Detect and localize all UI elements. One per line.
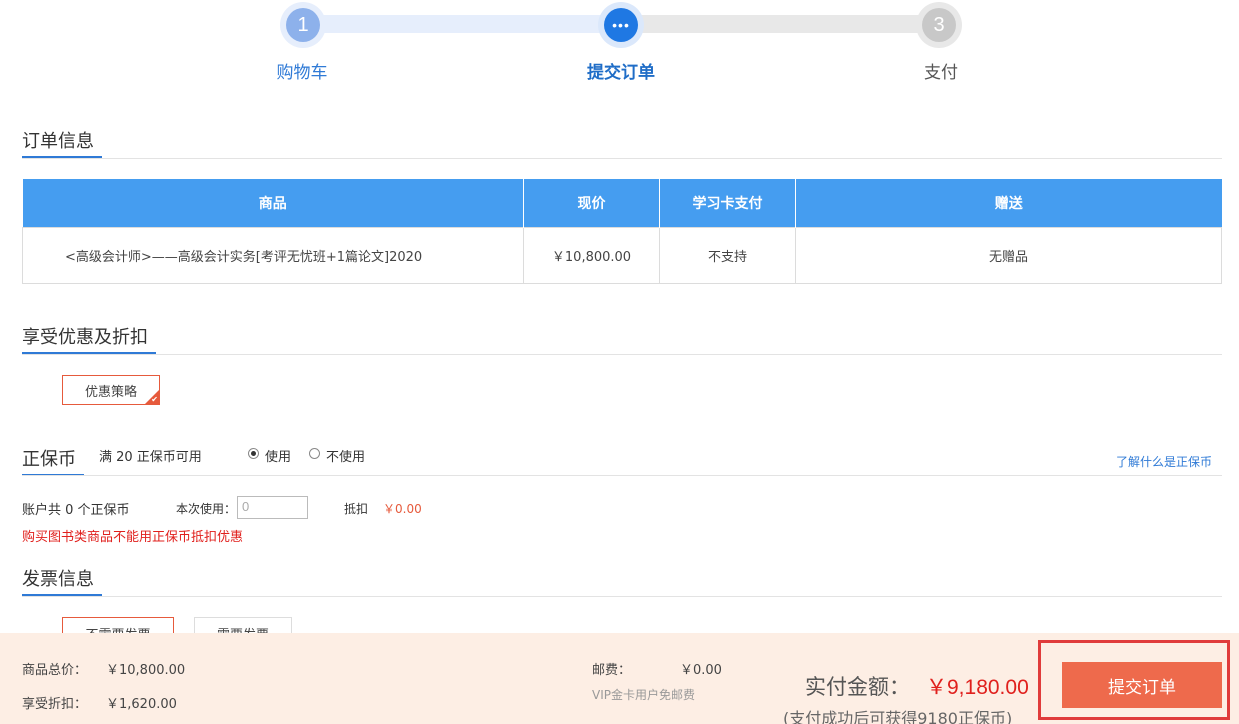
step-submit-circle: ••• [598, 2, 644, 48]
cell-gift: 无赠品 [795, 226, 1222, 284]
submit-order-button[interactable]: 提交订单 [1062, 662, 1222, 708]
learn-coin-link[interactable]: 了解什么是正保币 [1116, 453, 1212, 470]
column-header-gift: 赠送 [795, 179, 1222, 227]
section-title-coin: 正保币 [22, 449, 76, 470]
section-title-order: 订单信息 [22, 131, 94, 152]
total-label: 商品总价： [22, 663, 88, 678]
use-now-label: 本次使用： [176, 502, 237, 516]
step-cart-circle: 1 [280, 2, 326, 48]
cell-price: ￥10,800.00 [523, 226, 660, 284]
discount-policy-button[interactable]: 优惠策略 ✔ [62, 375, 160, 405]
table-header-row: 商品 现价 学习卡支付 赠送 [22, 179, 1222, 227]
pay-reward-note: (支付成功后可获得9180正保币) [783, 709, 1013, 724]
use-coin-radio[interactable] [248, 448, 259, 459]
discount-value: ￥1,620.00 [106, 697, 177, 712]
section-title-invoice: 发票信息 [22, 569, 94, 590]
use-coin-label[interactable]: 使用 [265, 446, 291, 465]
cell-card-pay: 不支持 [659, 226, 796, 284]
column-header-price: 现价 [523, 179, 660, 227]
section-divider [22, 475, 1222, 476]
column-header-product: 商品 [22, 179, 524, 227]
step-label-cart[interactable]: 购物车 [242, 58, 362, 83]
step-pending-line [634, 15, 924, 33]
discount-label: 享受折扣： [22, 697, 88, 712]
shipping-label: 邮费： [592, 663, 632, 678]
pay-amount-value: ￥9,180.00 [926, 676, 1029, 699]
pay-amount-label: 实付金额： [805, 675, 910, 699]
coin-amount-input[interactable]: 0 [237, 496, 308, 519]
step-pay-circle: 3 [916, 2, 962, 48]
step-number: 1 [286, 8, 320, 42]
order-table: 商品 现价 学习卡支付 赠送 <高级会计师>——高级会计实务[考评无忧班+1篇论… [22, 179, 1222, 284]
cell-product: <高级会计师>——高级会计实务[考评无忧班+1篇论文]2020 [22, 226, 524, 284]
section-divider [22, 596, 1222, 597]
shipping-value: ￥0.00 [680, 663, 722, 678]
section-divider [22, 354, 1222, 355]
nouse-coin-radio[interactable] [309, 448, 320, 459]
check-icon: ✔ [151, 395, 158, 404]
discount-policy-label: 优惠策略 [84, 384, 137, 400]
table-row: <高级会计师>——高级会计实务[考评无忧班+1篇论文]2020 ￥10,800.… [22, 226, 1222, 284]
nouse-coin-label[interactable]: 不使用 [326, 446, 365, 465]
step-number: 3 [922, 8, 956, 42]
step-more-icon: ••• [604, 8, 638, 42]
section-title-discount: 享受优惠及折扣 [22, 327, 148, 348]
step-progress-line [318, 15, 608, 33]
checkout-steps: 1 ••• 3 购物车 提交订单 支付 [0, 0, 1239, 100]
step-label-submit: 提交订单 [587, 63, 655, 83]
coin-min-note: 满 20 正保币可用 [99, 450, 202, 465]
book-coin-warning: 购买图书类商品不能用正保币抵扣优惠 [22, 530, 244, 545]
total-value: ￥10,800.00 [106, 663, 186, 678]
deduct-label: 抵扣 [344, 502, 369, 516]
section-divider [22, 158, 1222, 159]
order-summary-bar: 商品总价： ￥10,800.00 享受折扣： ￥1,620.00 邮费： ￥0.… [0, 633, 1239, 724]
deduct-value: ￥0.00 [383, 502, 422, 516]
column-header-card-pay: 学习卡支付 [659, 179, 796, 227]
step-label-pay: 支付 [924, 63, 958, 83]
coin-account-text: 账户共 0 个正保币 [22, 503, 130, 518]
vip-shipping-note: VIP金卡用户免邮费 [592, 688, 695, 702]
